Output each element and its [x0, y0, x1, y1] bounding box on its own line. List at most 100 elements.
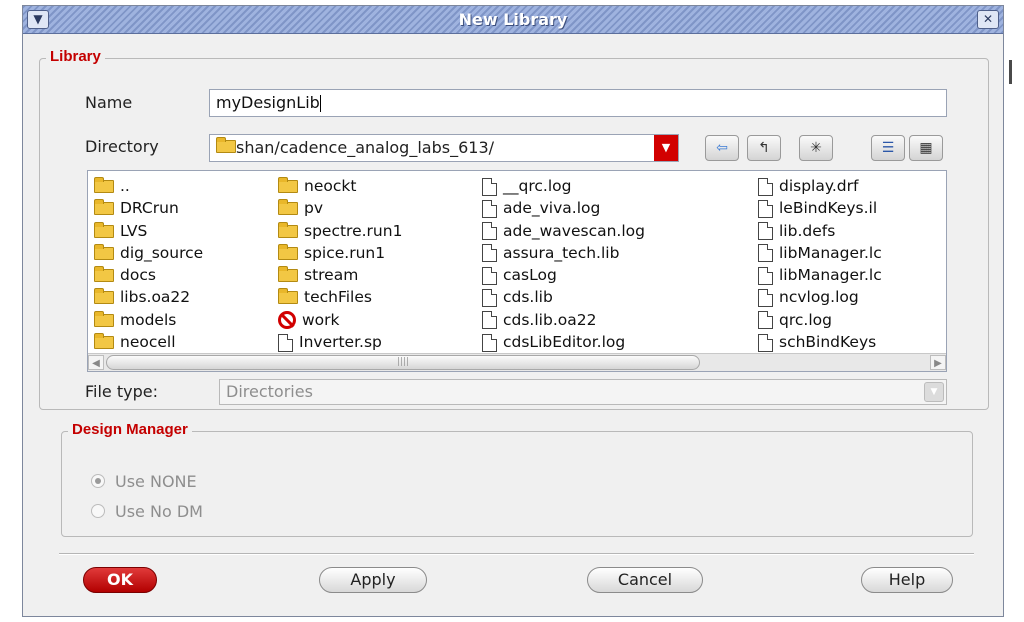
list-item[interactable]: display.drf	[758, 175, 882, 197]
design-manager-group-label: Design Manager	[68, 421, 192, 438]
file-icon	[482, 222, 497, 241]
list-view-icon[interactable]: ▦	[909, 135, 943, 161]
file-icon	[482, 333, 497, 352]
list-item[interactable]: spectre.run1	[278, 220, 402, 242]
radio-use-none[interactable]: Use NONE	[91, 472, 197, 491]
file-icon	[482, 199, 497, 218]
file-icon	[758, 266, 773, 285]
back-arrow-icon[interactable]: ⇦	[705, 135, 739, 161]
file-icon	[758, 177, 773, 196]
detail-view-icon[interactable]: ☰	[871, 135, 905, 161]
list-item[interactable]: cds.lib	[482, 286, 645, 308]
list-item[interactable]: libManager.lc	[758, 264, 882, 286]
help-button[interactable]: Help	[861, 567, 953, 593]
file-icon	[758, 311, 773, 330]
file-type-select[interactable]: Directories ▼	[219, 379, 947, 405]
file-icon	[482, 266, 497, 285]
scroll-left-icon[interactable]: ◀	[88, 355, 104, 370]
name-label: Name	[85, 93, 133, 112]
button-separator	[59, 553, 974, 555]
horizontal-scrollbar[interactable]: ◀ |||| ▶	[88, 353, 946, 371]
new-folder-icon[interactable]: ✳	[799, 135, 833, 161]
file-column-1: .. DRCrun LVS dig_source docs libs.oa22 …	[94, 175, 203, 353]
file-browser-list[interactable]: .. DRCrun LVS dig_source docs libs.oa22 …	[87, 170, 947, 372]
folder-icon	[94, 199, 114, 216]
library-name-input[interactable]: myDesignLib	[209, 89, 947, 117]
list-item[interactable]: assura_tech.lib	[482, 242, 645, 264]
file-column-2: neockt pv spectre.run1 spice.run1 stream…	[278, 175, 402, 353]
scrollbar-thumb[interactable]: ||||	[106, 355, 700, 370]
list-item[interactable]: spice.run1	[278, 242, 402, 264]
text-caret	[319, 95, 321, 112]
list-item[interactable]: ade_viva.log	[482, 197, 645, 219]
folder-icon	[94, 266, 114, 283]
library-group-label: Library	[46, 48, 105, 65]
file-icon	[482, 244, 497, 263]
list-item[interactable]: ade_wavescan.log	[482, 220, 645, 242]
parent-folder-icon[interactable]: ↰	[747, 135, 781, 161]
list-item[interactable]: ..	[94, 175, 203, 197]
folder-icon	[94, 288, 114, 305]
apply-button[interactable]: Apply	[319, 567, 427, 593]
folder-icon	[94, 243, 114, 260]
folder-icon	[94, 221, 114, 238]
folder-icon	[278, 221, 298, 238]
list-item[interactable]: ncvlog.log	[758, 286, 882, 308]
file-type-label: File type:	[85, 382, 158, 401]
list-item[interactable]: Inverter.sp	[278, 331, 402, 353]
file-icon	[482, 288, 497, 307]
folder-icon	[94, 310, 114, 327]
title-bar[interactable]: ▼ New Library ✕	[23, 6, 1003, 34]
list-item[interactable]: __qrc.log	[482, 175, 645, 197]
list-item[interactable]: leBindKeys.il	[758, 197, 882, 219]
right-edge	[1009, 60, 1012, 84]
folder-icon	[278, 266, 298, 283]
file-icon	[278, 333, 293, 352]
close-icon[interactable]: ✕	[977, 10, 999, 29]
list-item[interactable]: casLog	[482, 264, 645, 286]
directory-value: shan/cadence_analog_labs_613/	[236, 138, 495, 157]
cancel-button[interactable]: Cancel	[587, 567, 703, 593]
list-item[interactable]: LVS	[94, 220, 203, 242]
list-item[interactable]: stream	[278, 264, 402, 286]
list-item[interactable]: lib.defs	[758, 220, 882, 242]
chevron-down-icon[interactable]: ▼	[924, 382, 944, 402]
list-item[interactable]: neockt	[278, 175, 402, 197]
list-item[interactable]: dig_source	[94, 242, 203, 264]
list-item[interactable]: cds.lib.oa22	[482, 309, 645, 331]
list-item[interactable]: DRCrun	[94, 197, 203, 219]
list-item[interactable]: pv	[278, 197, 402, 219]
file-column-4: display.drf leBindKeys.il lib.defs libMa…	[758, 175, 882, 353]
ok-button[interactable]: OK	[83, 567, 157, 593]
file-icon	[482, 177, 497, 196]
folder-icon	[216, 137, 236, 153]
list-item[interactable]: docs	[94, 264, 203, 286]
radio-unselected-icon	[91, 504, 105, 518]
file-icon	[758, 288, 773, 307]
file-icon	[758, 199, 773, 218]
list-item[interactable]: work	[278, 309, 402, 331]
radio-use-no-dm[interactable]: Use No DM	[91, 502, 203, 521]
dialog-title: New Library	[458, 10, 568, 29]
file-icon	[758, 333, 773, 352]
radio-selected-icon	[91, 474, 105, 488]
scroll-right-icon[interactable]: ▶	[930, 355, 946, 370]
folder-icon	[278, 177, 298, 193]
file-icon	[758, 244, 773, 263]
folder-icon	[278, 288, 298, 305]
directory-combo[interactable]: shan/cadence_analog_labs_613/ ▼	[209, 134, 679, 162]
folder-icon	[278, 243, 298, 260]
list-item[interactable]: cdsLibEditor.log	[482, 331, 645, 353]
list-item[interactable]: qrc.log	[758, 309, 882, 331]
list-item[interactable]: techFiles	[278, 286, 402, 308]
list-item[interactable]: libManager.lc	[758, 242, 882, 264]
list-item[interactable]: libs.oa22	[94, 286, 203, 308]
list-item[interactable]: models	[94, 309, 203, 331]
list-item[interactable]: neocell	[94, 331, 203, 353]
library-name-value: myDesignLib	[216, 93, 320, 112]
list-item[interactable]: schBindKeys	[758, 331, 882, 353]
file-icon	[758, 222, 773, 241]
left-edge	[0, 0, 3, 622]
design-manager-group: Design Manager	[61, 421, 973, 537]
directory-dropdown-button[interactable]: ▼	[654, 135, 678, 161]
